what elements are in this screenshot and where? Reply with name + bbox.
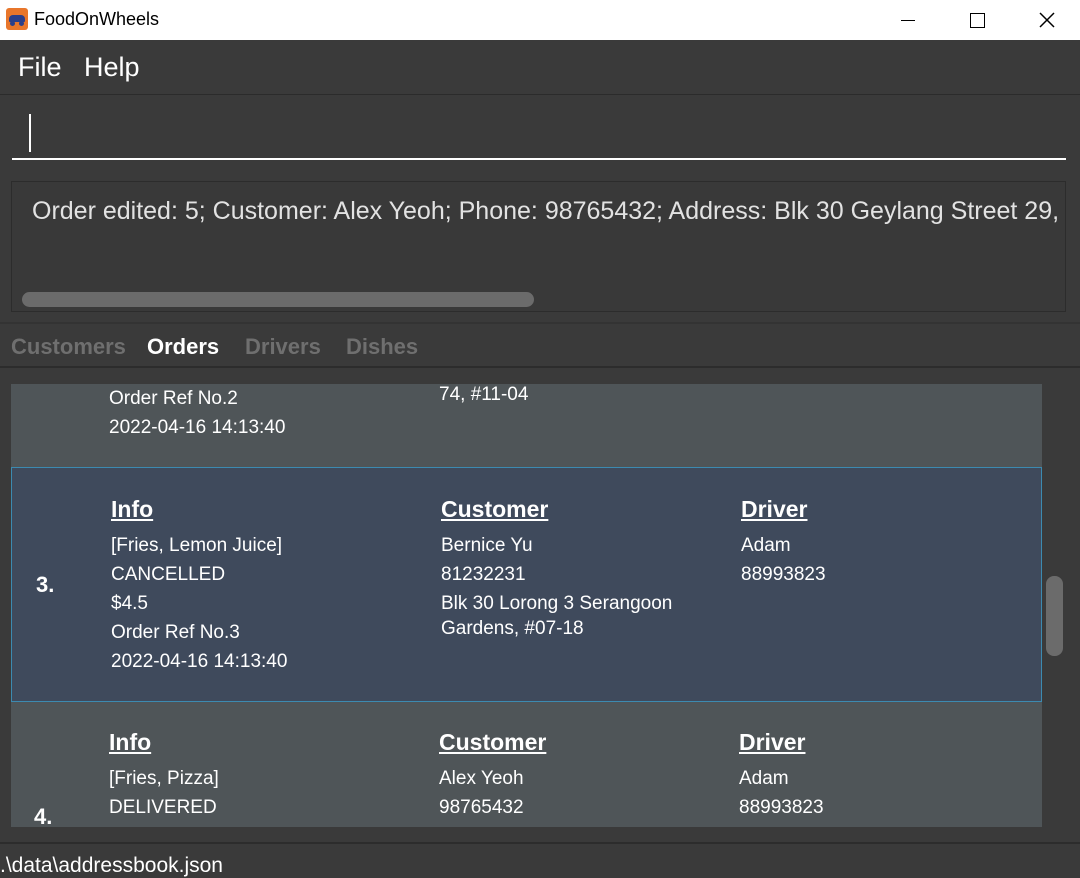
order-dishes: [Fries, Lemon Juice]	[111, 535, 283, 556]
tab-orders[interactable]: Orders	[147, 334, 219, 360]
customer-name: Bernice Yu	[441, 535, 533, 556]
command-box	[0, 96, 1080, 174]
close-button[interactable]	[1012, 0, 1080, 40]
text-caret	[29, 114, 31, 152]
app-window: FoodOnWheels File Help Order edited: 5; …	[0, 0, 1080, 878]
maximize-icon	[969, 12, 985, 28]
order-dishes: [Fries, Pizza]	[109, 768, 219, 789]
save-file-path: .\data\addressbook.json	[0, 854, 223, 877]
app-logo-icon	[6, 8, 28, 30]
horizontal-scrollbar-thumb[interactable]	[22, 292, 534, 307]
order-ref: Order Ref No.3	[111, 622, 240, 643]
minimize-icon	[901, 19, 915, 21]
info-heading: Info	[111, 496, 154, 522]
customer-heading: Customer	[441, 496, 549, 522]
minimize-button[interactable]	[873, 0, 943, 40]
customer-heading: Customer	[439, 729, 547, 755]
order-time: 2022-04-16 14:13:40	[111, 651, 288, 672]
title-bar: FoodOnWheels	[0, 0, 1080, 40]
tab-dishes[interactable]: Dishes	[346, 334, 418, 360]
customer-name: Alex Yeoh	[439, 768, 524, 789]
order-time: 2022-04-16 14:13:40	[109, 417, 286, 438]
order-index: 3.	[36, 572, 55, 597]
vertical-scrollbar[interactable]	[1042, 384, 1066, 827]
menu-bar: File Help	[0, 40, 1080, 95]
tab-drivers[interactable]: Drivers	[245, 334, 321, 360]
close-icon	[1039, 12, 1055, 28]
command-input[interactable]	[12, 110, 1066, 160]
result-message: Order edited: 5; Customer: Alex Yeoh; Ph…	[32, 197, 1066, 225]
order-list[interactable]: Order Ref No.2 2022-04-16 14:13:40 74, #…	[11, 384, 1042, 827]
menu-file[interactable]: File	[18, 52, 62, 83]
customer-phone: 98765432	[439, 797, 524, 818]
customer-address-line-1: Blk 30 Lorong 3 Serangoon	[441, 593, 673, 614]
order-status: DELIVERED	[109, 797, 217, 818]
order-index: 4.	[34, 804, 53, 827]
vertical-scrollbar-thumb[interactable]	[1046, 576, 1063, 656]
tab-bar: Customers Orders Drivers Dishes	[0, 322, 1080, 368]
order-status: CANCELLED	[111, 564, 226, 585]
info-heading: Info	[109, 729, 152, 755]
maximize-button[interactable]	[942, 0, 1012, 40]
status-bar: .\data\addressbook.json	[0, 842, 1080, 878]
order-ref: Order Ref No.2	[109, 388, 238, 409]
order-price: $4.5	[111, 593, 148, 614]
customer-phone: 81232231	[441, 564, 526, 585]
order-card[interactable]: Order Ref No.2 2022-04-16 14:13:40 74, #…	[11, 384, 1042, 466]
window-title: FoodOnWheels	[34, 9, 160, 29]
order-card-selected[interactable]: 3. Info [Fries, Lemon Juice] CANCELLED $…	[11, 467, 1042, 702]
driver-phone: 88993823	[739, 797, 824, 818]
driver-phone: 88993823	[741, 564, 826, 585]
menu-help[interactable]: Help	[84, 52, 140, 83]
customer-address-line-2: Gardens, #07-18	[441, 618, 584, 639]
driver-name: Adam	[741, 535, 791, 556]
customer-address: 74, #11-04	[439, 384, 529, 405]
driver-heading: Driver	[739, 729, 806, 755]
driver-name: Adam	[739, 768, 789, 789]
order-card[interactable]: 4. Info [Fries, Pizza] DELIVERED Custome…	[11, 702, 1042, 827]
tab-customers[interactable]: Customers	[11, 334, 126, 360]
driver-heading: Driver	[741, 496, 808, 522]
result-display[interactable]: Order edited: 5; Customer: Alex Yeoh; Ph…	[11, 181, 1066, 312]
